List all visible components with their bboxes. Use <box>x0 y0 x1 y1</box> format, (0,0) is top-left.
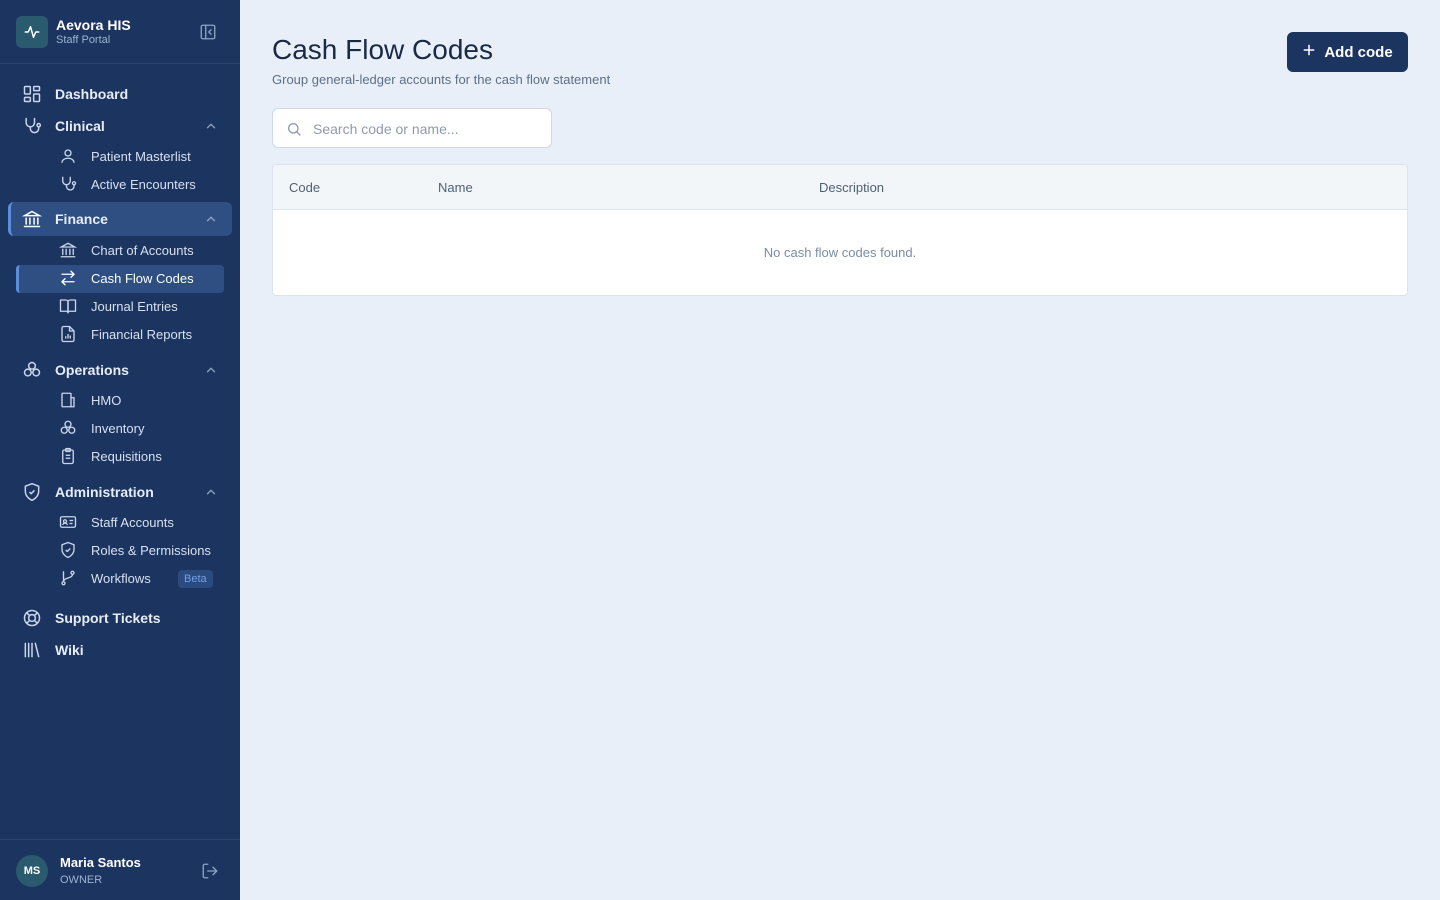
collapse-sidebar-icon[interactable] <box>198 22 218 42</box>
plus-icon <box>1302 43 1316 61</box>
column-header-description[interactable]: Description <box>819 180 884 195</box>
avatar: MS <box>16 855 48 887</box>
sidebar-item-roles-permissions[interactable]: Roles & Permissions <box>16 537 224 563</box>
stethoscope-icon <box>59 175 77 193</box>
chevron-up-icon <box>204 212 218 226</box>
bank-icon <box>21 209 43 229</box>
app-title: Aevora HIS <box>56 17 131 33</box>
stethoscope-icon <box>22 116 42 136</box>
sidebar-section-label: Administration <box>55 484 154 500</box>
sidebar-item-hmo[interactable]: HMO <box>16 387 224 413</box>
git-branch-icon <box>59 569 77 587</box>
sidebar-item-workflows[interactable]: Workflows Beta <box>16 565 224 591</box>
arrows-left-right-icon <box>59 269 77 287</box>
sidebar-item-label: Dashboard <box>55 86 129 102</box>
brand-header: Aevora HIS Staff Portal <box>0 0 240 64</box>
shield-check-icon <box>22 482 42 502</box>
app-subtitle: Staff Portal <box>56 34 111 46</box>
library-icon <box>22 640 42 660</box>
user-name: Maria Santos <box>60 855 141 870</box>
user-icon <box>59 147 77 165</box>
sidebar-item-label: Wiki <box>55 642 84 658</box>
boxes-icon <box>59 419 77 437</box>
column-header-code[interactable]: Code <box>289 180 320 195</box>
add-code-button[interactable]: Add code <box>1287 32 1408 72</box>
sidebar-item-financial-reports[interactable]: Financial Reports <box>16 321 224 347</box>
empty-state-message: No cash flow codes found. <box>763 245 917 260</box>
sidebar-item-label: Staff Accounts <box>91 515 174 530</box>
sidebar-item-label: Workflows <box>91 571 151 586</box>
sidebar-item-label: Active Encounters <box>91 177 196 192</box>
shield-check-icon <box>59 541 77 559</box>
sidebar-item-label: Patient Masterlist <box>91 149 191 164</box>
sidebar-section-label: Operations <box>55 362 129 378</box>
book-open-icon <box>59 297 77 315</box>
sidebar-item-active-encounters[interactable]: Active Encounters <box>16 171 224 197</box>
logout-icon[interactable] <box>201 862 219 880</box>
add-code-label: Add code <box>1324 43 1393 61</box>
page-title: Cash Flow Codes <box>272 34 493 65</box>
column-header-name[interactable]: Name <box>438 180 473 195</box>
dashboard-icon <box>22 84 42 104</box>
chevron-up-icon <box>204 119 218 133</box>
sidebar-section-finance[interactable]: Finance <box>8 202 232 236</box>
chevron-up-icon <box>204 485 218 499</box>
sidebar-section-operations[interactable]: Operations <box>8 353 232 385</box>
sidebar-item-journal-entries[interactable]: Journal Entries <box>16 293 224 319</box>
sidebar-item-wiki[interactable]: Wiki <box>8 633 232 665</box>
sidebar-item-label: HMO <box>91 393 122 408</box>
life-buoy-icon <box>22 608 42 628</box>
sidebar-item-cash-flow-codes[interactable]: Cash Flow Codes <box>16 265 224 293</box>
sidebar-section-label: Finance <box>55 211 108 227</box>
search-input[interactable] <box>313 118 543 140</box>
id-card-icon <box>59 513 77 531</box>
boxes-icon <box>22 360 42 380</box>
building-icon <box>59 391 77 409</box>
sidebar-item-chart-of-accounts[interactable]: Chart of Accounts <box>16 237 224 263</box>
sidebar-item-dashboard[interactable]: Dashboard <box>8 77 232 109</box>
sidebar-item-support-tickets[interactable]: Support Tickets <box>8 601 232 633</box>
beta-badge: Beta <box>178 570 213 588</box>
cash-flow-codes-table: Code Name Description No cash flow codes… <box>272 164 1408 296</box>
sidebar-item-requisitions[interactable]: Requisitions <box>16 443 224 469</box>
search-icon <box>286 121 302 137</box>
sidebar-item-label: Cash Flow Codes <box>91 271 194 286</box>
sidebar-item-label: Support Tickets <box>55 610 161 626</box>
sidebar: Aevora HIS Staff Portal Dashboard Clinic… <box>0 0 240 900</box>
sidebar-item-inventory[interactable]: Inventory <box>16 415 224 441</box>
user-role: OWNER <box>60 874 103 886</box>
user-profile: MS Maria Santos OWNER <box>0 839 240 900</box>
sidebar-item-label: Roles & Permissions <box>91 543 211 558</box>
file-chart-icon <box>59 325 77 343</box>
sidebar-item-staff-accounts[interactable]: Staff Accounts <box>16 509 224 535</box>
sidebar-item-label: Requisitions <box>91 449 162 464</box>
activity-logo-icon <box>16 16 48 48</box>
sidebar-item-label: Journal Entries <box>91 299 178 314</box>
page-subtitle: Group general-ledger accounts for the ca… <box>272 72 611 87</box>
chevron-up-icon <box>204 363 218 377</box>
sidebar-item-label: Inventory <box>91 421 145 436</box>
clipboard-list-icon <box>59 447 77 465</box>
bank-icon <box>58 241 78 259</box>
sidebar-section-administration[interactable]: Administration <box>8 475 232 507</box>
sidebar-section-clinical[interactable]: Clinical <box>8 109 232 141</box>
sidebar-item-label: Financial Reports <box>91 327 193 342</box>
sidebar-section-label: Clinical <box>55 118 105 134</box>
sidebar-item-label: Chart of Accounts <box>91 243 194 258</box>
search-box <box>272 108 552 148</box>
sidebar-item-patient-masterlist[interactable]: Patient Masterlist <box>16 143 224 169</box>
table-header: Code Name Description <box>273 165 1407 210</box>
